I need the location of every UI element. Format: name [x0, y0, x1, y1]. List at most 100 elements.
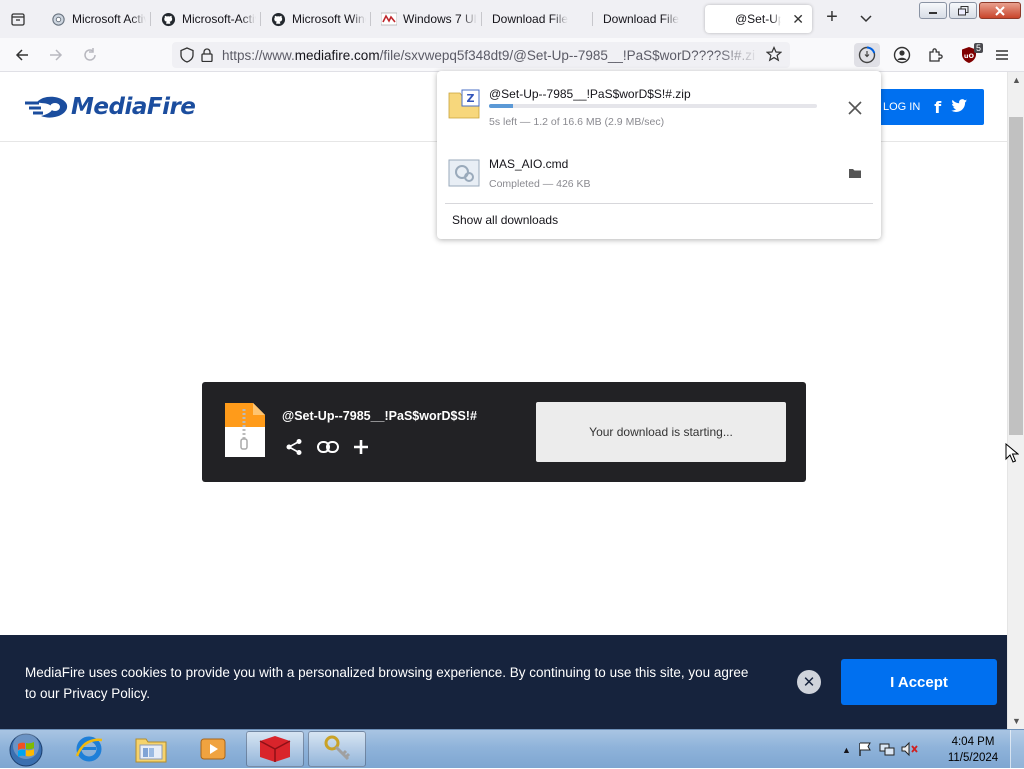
system-tray: ▲: [842, 736, 919, 764]
tab-windows-7[interactable]: Windows 7 Ultimate: [373, 5, 477, 33]
show-hidden-icons-icon[interactable]: ▲: [842, 745, 851, 755]
taskbar-clock[interactable]: 4:04 PM 11/5/2024: [940, 734, 1006, 766]
scroll-down-arrow-icon[interactable]: ▼: [1012, 716, 1021, 726]
folder-library-icon: [135, 738, 167, 763]
volume-muted-icon[interactable]: [901, 741, 919, 760]
tab-separator: [592, 12, 593, 26]
tab-label: Microsoft Activation Scripts: [72, 12, 146, 26]
navigation-toolbar: https://www.mediafire.com/file/sxvwepq5f…: [0, 38, 1024, 72]
scroll-up-arrow-icon[interactable]: ▲: [1012, 75, 1021, 85]
tab-label: Download File: [492, 12, 569, 26]
tab-download-file-1[interactable]: Download File: [484, 5, 588, 33]
forward-button[interactable]: [44, 44, 68, 66]
back-button[interactable]: [10, 44, 34, 66]
clock-date: 11/5/2024: [947, 752, 999, 764]
network-icon[interactable]: [879, 741, 895, 760]
site-icon: [381, 11, 397, 27]
url-text[interactable]: https://www.mediafire.com/file/sxvwepq5f…: [222, 48, 760, 63]
menu-button[interactable]: [989, 43, 1015, 67]
cookie-message: MediaFire uses cookies to provide you wi…: [25, 665, 749, 701]
taskbar-keys-app[interactable]: [308, 731, 366, 767]
ublock-count-badge: 5: [973, 43, 983, 53]
ublock-origin-button[interactable]: uO 5: [956, 43, 983, 67]
folder-icon: [849, 169, 861, 178]
close-tab-icon[interactable]: ✕: [792, 11, 804, 28]
show-all-downloads-link[interactable]: Show all downloads: [452, 213, 558, 227]
tab-microsoft-activation-scripts-github[interactable]: Microsoft-Activation-Scripts: [152, 5, 256, 33]
panel-divider: [445, 203, 873, 204]
taskbar-media-player[interactable]: [184, 731, 242, 767]
tab-label: Windows 7 Ultimate: [403, 12, 477, 26]
close-icon[interactable]: ✕: [797, 670, 821, 694]
extensions-button[interactable]: [923, 43, 949, 67]
taskbar-file-explorer[interactable]: [122, 731, 180, 767]
tab-microsoft-windows[interactable]: Microsoft Windows: [262, 5, 366, 33]
start-button[interactable]: [3, 730, 49, 769]
downloads-button[interactable]: [854, 43, 880, 67]
keys-icon: [324, 735, 351, 761]
tab-label: Download File: [603, 12, 680, 26]
download-file-name: @Set-Up--7985__!PaS$worD$S!#.zip: [489, 87, 691, 101]
twitter-icon[interactable]: [951, 98, 968, 116]
login-social-bar: LOG IN f: [872, 89, 984, 125]
tab-bar: Microsoft Activation Scripts Microsoft-A…: [0, 0, 1024, 38]
internet-explorer-icon: [75, 736, 103, 762]
vertical-scrollbar[interactable]: ▲ ▼: [1007, 72, 1024, 729]
downloads-panel: Z @Set-Up--7985__!PaS$worD$S!#.zip 5s le…: [437, 71, 881, 239]
add-to-account-button[interactable]: [349, 435, 373, 459]
download-status-box: Your download is starting...: [536, 402, 786, 462]
restore-button[interactable]: [949, 2, 977, 19]
cancel-download-button[interactable]: [845, 98, 865, 118]
share-button[interactable]: [282, 435, 306, 459]
logo-text: MediaFire: [71, 94, 196, 120]
zip-file-icon: Z: [448, 89, 480, 122]
address-bar[interactable]: https://www.mediafire.com/file/sxvwepq5f…: [172, 42, 790, 68]
bookmark-star-icon[interactable]: [765, 46, 783, 65]
tab-microsoft-activation-scripts[interactable]: Microsoft Activation Scripts: [42, 5, 146, 33]
list-all-tabs-button[interactable]: [6, 8, 30, 30]
restore-icon: [957, 5, 968, 15]
minimize-button[interactable]: [919, 2, 947, 19]
close-window-button[interactable]: [979, 2, 1021, 19]
tab-download-file-2[interactable]: Download File: [595, 5, 699, 33]
scroll-thumb[interactable]: [1009, 117, 1023, 435]
taskbar-browser-app[interactable]: [246, 731, 304, 767]
download-item-zip[interactable]: Z @Set-Up--7985__!PaS$worD$S!#.zip 5s le…: [437, 71, 881, 133]
action-center-flag-icon[interactable]: [857, 741, 873, 760]
share-icon: [286, 439, 302, 455]
account-button[interactable]: [889, 43, 915, 67]
facebook-icon[interactable]: f: [934, 98, 941, 117]
download-status-text: Your download is starting...: [589, 425, 733, 439]
mediafire-logo[interactable]: MediaFire: [25, 94, 196, 120]
tab-set-up-active[interactable]: @Set-Up--7985 ✕: [705, 5, 812, 33]
download-status: Completed — 426 KB: [489, 178, 591, 190]
arrow-right-icon: [50, 49, 63, 61]
download-progress-fill: [489, 104, 513, 108]
download-progress-bar: [489, 104, 817, 108]
new-tab-button[interactable]: +: [822, 7, 842, 28]
tab-list-icon: [11, 13, 25, 26]
arrow-left-icon: [15, 49, 28, 61]
show-in-folder-button[interactable]: [845, 163, 865, 183]
download-status: 5s left — 1.2 of 16.6 MB (2.9 MB/sec): [489, 116, 665, 128]
url-path: /file/sxvwepq5f348dt9/@Set-Up--7985__!Pa…: [379, 47, 755, 63]
tab-separator: [481, 12, 482, 26]
copy-link-button[interactable]: [316, 435, 340, 459]
download-item-cmd[interactable]: MAS_AIO.cmd Completed — 426 KB: [437, 141, 881, 203]
mediafire-flame-icon: [25, 96, 68, 118]
chevron-down-icon[interactable]: [858, 10, 874, 26]
cookie-consent-banner: MediaFire uses cookies to provide you wi…: [0, 635, 1007, 729]
tab-label: @Set-Up--7985: [735, 12, 781, 26]
show-desktop-button[interactable]: [1010, 730, 1024, 769]
login-link[interactable]: LOG IN: [883, 101, 920, 113]
accept-cookies-button[interactable]: I Accept: [841, 659, 997, 705]
cmd-file-icon: [448, 159, 480, 190]
file-download-card: @Set-Up--7985__!PaS$worD$S!# Your downlo…: [202, 382, 806, 482]
lock-icon[interactable]: [198, 46, 216, 64]
url-domain: mediafire.com: [294, 47, 380, 63]
close-icon: [995, 5, 1005, 16]
cancel-icon: [848, 101, 862, 115]
reload-button[interactable]: [78, 44, 102, 66]
taskbar-internet-explorer[interactable]: [60, 731, 118, 767]
shield-icon[interactable]: [178, 46, 196, 64]
